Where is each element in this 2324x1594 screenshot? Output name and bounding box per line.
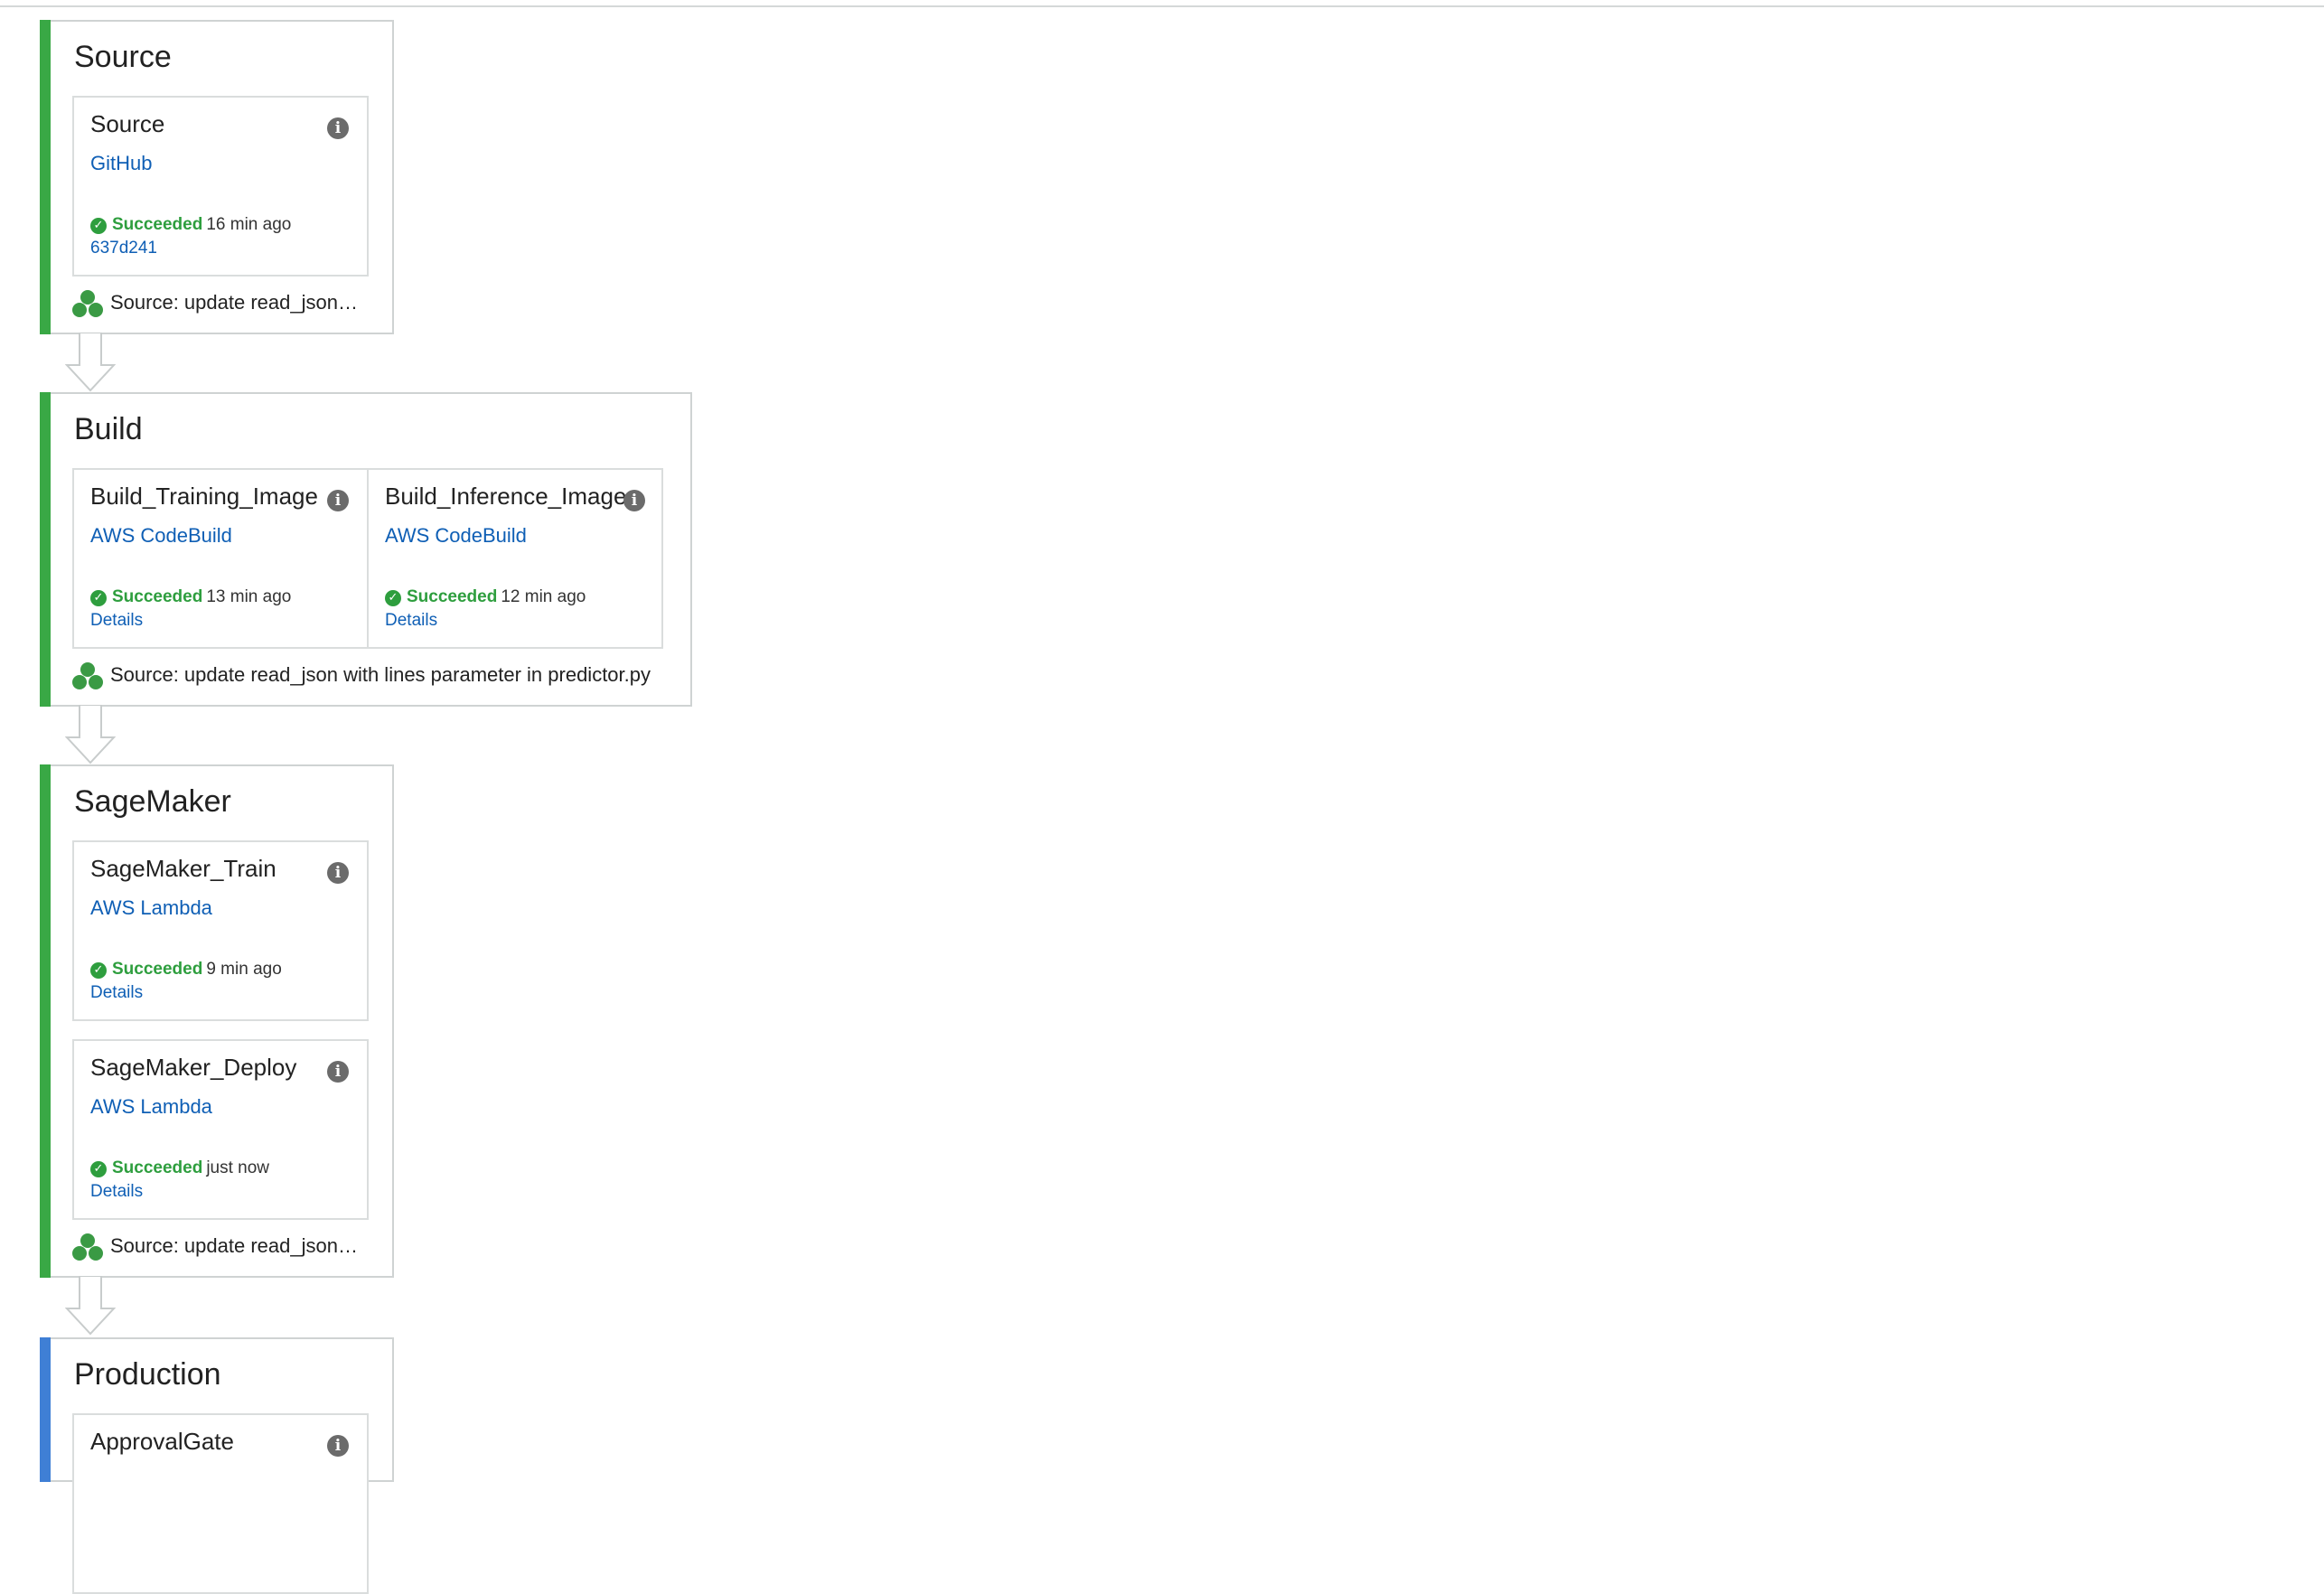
info-icon[interactable]: i [327, 1435, 349, 1457]
commit-cluster-icon [72, 1233, 103, 1261]
action-name: ApprovalGate [90, 1428, 234, 1455]
down-arrow-icon [65, 333, 116, 392]
check-circle-icon: ✓ [385, 590, 401, 606]
top-divider [0, 5, 2324, 7]
action-name: SageMaker_Train [90, 855, 276, 882]
down-arrow-icon [65, 705, 116, 764]
stage-status-bar [40, 1337, 51, 1482]
action-provider-link[interactable]: AWS Lambda [90, 896, 212, 920]
action-name: Source [90, 110, 165, 137]
action-card-build-training: Build_Training_Image i AWS CodeBuild ✓ Su… [72, 468, 369, 649]
stage-source: Source Source i GitHub ✓ Succeeded 16 min … [40, 20, 394, 334]
status-label: Succeeded [407, 587, 498, 606]
status-time: 12 min ago [501, 587, 586, 606]
check-circle-icon: ✓ [90, 1161, 107, 1177]
info-icon[interactable]: i [327, 862, 349, 884]
info-icon[interactable]: i [327, 490, 349, 511]
action-status: ✓ Succeeded just now [90, 1158, 269, 1178]
action-provider-link[interactable]: AWS CodeBuild [90, 524, 232, 548]
action-status: ✓ Succeeded 13 min ago [90, 587, 291, 607]
info-icon[interactable]: i [327, 117, 349, 139]
action-card-sagemaker-deploy: SageMaker_Deploy i AWS Lambda ✓ Succeeded… [72, 1039, 369, 1220]
info-icon[interactable]: i [623, 490, 645, 511]
action-provider-link[interactable]: AWS CodeBuild [385, 524, 527, 548]
action-status: ✓ Succeeded 16 min ago [90, 215, 291, 235]
status-label: Succeeded [112, 1158, 203, 1177]
stage-status-bar [40, 20, 51, 334]
stage-sagemaker: SageMaker SageMaker_Train i AWS Lambda ✓… [40, 764, 394, 1278]
commit-id-link[interactable]: 637d241 [90, 239, 157, 258]
commit-cluster-icon [72, 290, 103, 317]
commit-message: Source: update read_json… [110, 1234, 358, 1257]
details-link[interactable]: Details [385, 611, 437, 631]
action-provider-link[interactable]: GitHub [90, 152, 152, 175]
action-status: ✓ Succeeded 12 min ago [385, 587, 586, 607]
stage-status-bar [40, 392, 51, 707]
info-icon[interactable]: i [327, 1061, 349, 1083]
stage-title: Build [74, 412, 143, 446]
status-time: just now [206, 1158, 270, 1177]
details-link[interactable]: Details [90, 611, 143, 631]
stage-title: Production [74, 1357, 221, 1392]
status-label: Succeeded [112, 587, 203, 606]
action-name: Build_Inference_Image [385, 483, 627, 510]
status-time: 13 min ago [206, 587, 292, 606]
action-name: SageMaker_Deploy [90, 1054, 297, 1081]
status-time: 16 min ago [206, 215, 292, 234]
action-card-build-inference: Build_Inference_Image i AWS CodeBuild ✓ S… [367, 468, 663, 649]
details-link[interactable]: Details [90, 983, 143, 1003]
check-circle-icon: ✓ [90, 590, 107, 606]
commit-message: Source: update read_json… [110, 291, 358, 314]
commit-message: Source: update read_json with lines para… [110, 663, 651, 686]
action-card-sagemaker-train: SageMaker_Train i AWS Lambda ✓ Succeeded 9… [72, 840, 369, 1021]
action-card-approval-gate: ApprovalGate i [72, 1413, 369, 1594]
status-label: Succeeded [112, 215, 203, 234]
stage-build: Build Build_Training_Image i AWS CodeBui… [40, 392, 692, 707]
stage-production: Production ApprovalGate i [40, 1337, 394, 1594]
commit-cluster-icon [72, 662, 103, 689]
details-link[interactable]: Details [90, 1182, 143, 1202]
status-label: Succeeded [112, 960, 203, 979]
check-circle-icon: ✓ [90, 218, 107, 234]
down-arrow-icon [65, 1276, 116, 1336]
status-time: 9 min ago [206, 960, 282, 979]
stage-title: SageMaker [74, 784, 231, 819]
action-name: Build_Training_Image [90, 483, 318, 510]
stage-title: Source [74, 40, 172, 74]
action-provider-link[interactable]: AWS Lambda [90, 1095, 212, 1119]
action-card-source: Source i GitHub ✓ Succeeded 16 min ago 637… [72, 96, 369, 277]
action-status: ✓ Succeeded 9 min ago [90, 960, 282, 980]
check-circle-icon: ✓ [90, 962, 107, 979]
stage-status-bar [40, 764, 51, 1278]
